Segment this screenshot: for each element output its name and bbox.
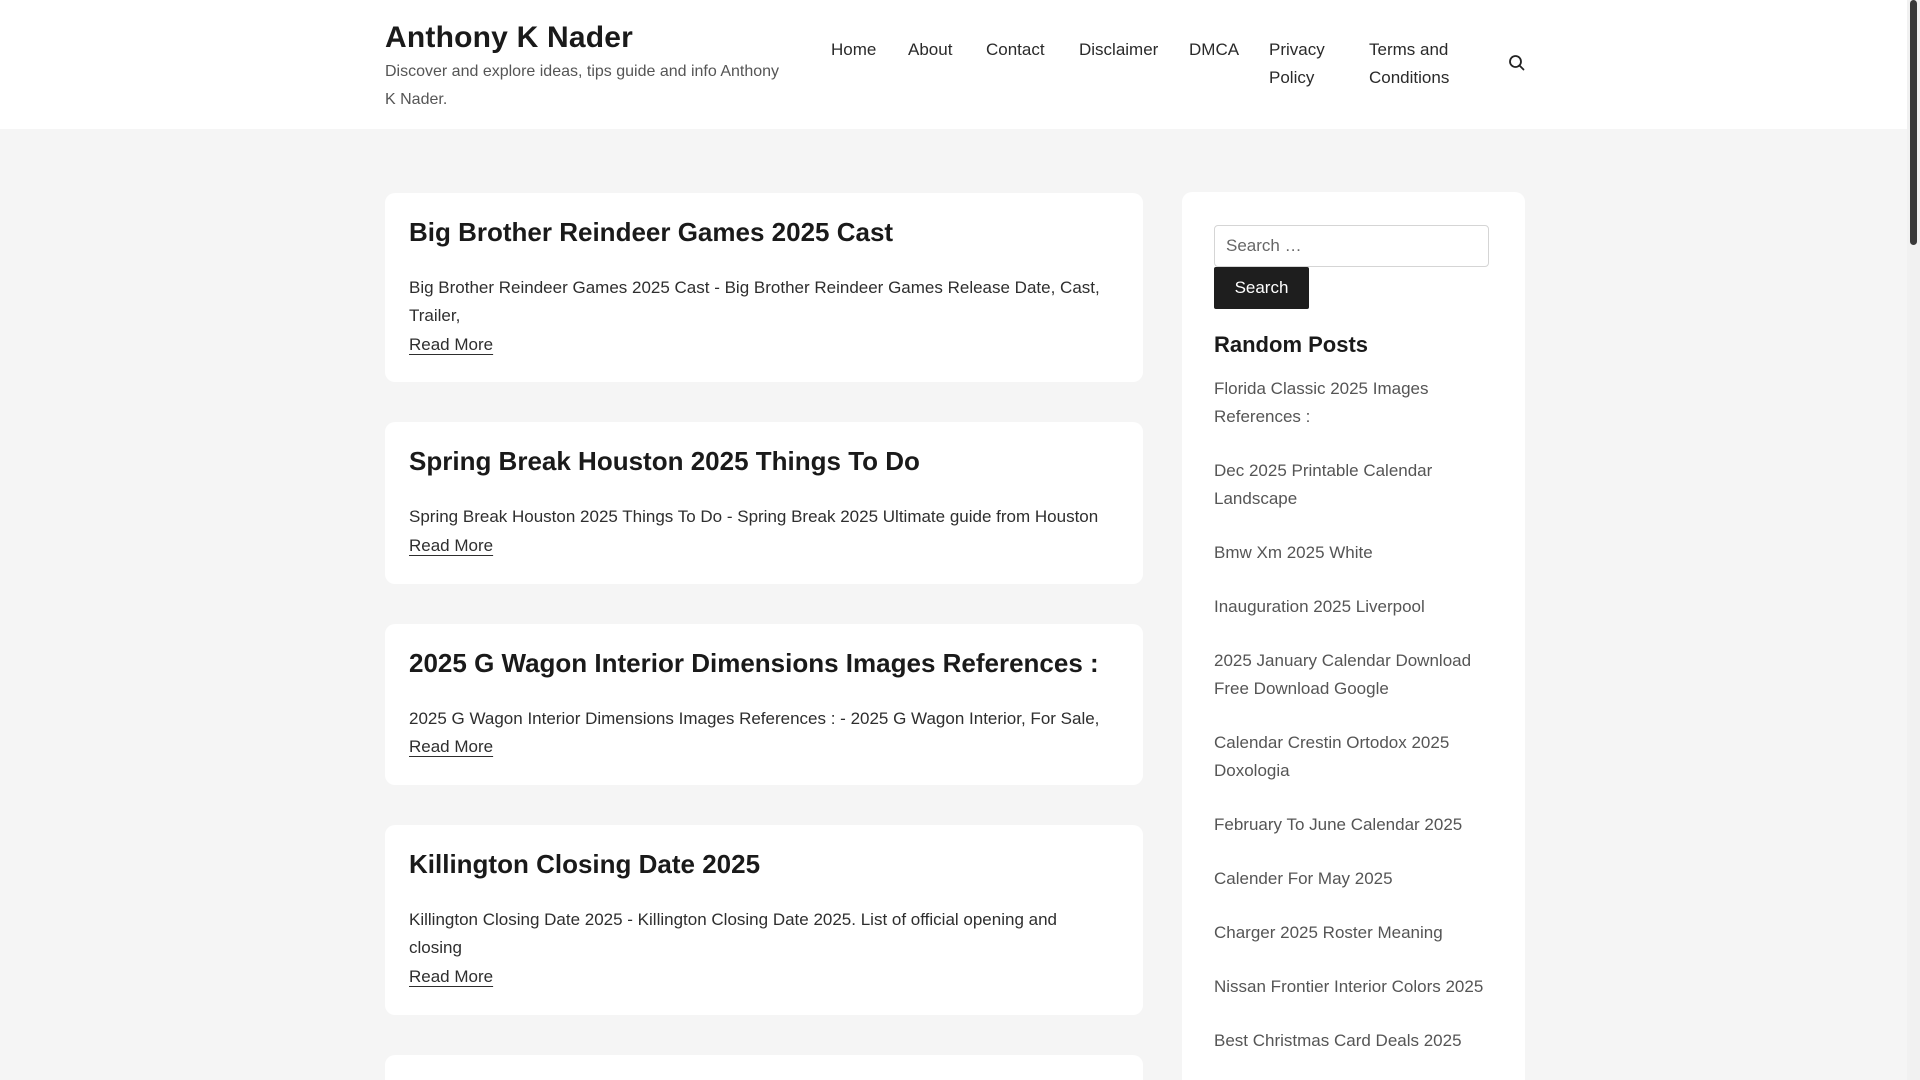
search-input[interactable] xyxy=(1214,225,1489,267)
read-more-link[interactable]: Read More xyxy=(409,534,493,558)
random-post-link[interactable]: February To June Calendar 2025 xyxy=(1214,811,1504,839)
post-card: 2025 G Wagon Interior Dimensions Images … xyxy=(385,624,1143,785)
random-post-link[interactable]: 2025 January Calendar Download Free Down… xyxy=(1214,647,1504,703)
random-post-link[interactable]: Inauguration 2025 Liverpool xyxy=(1214,593,1504,621)
random-post-link[interactable]: Charger 2025 Roster Meaning xyxy=(1214,919,1504,947)
post-card: Spring Break Houston 2025 Things To Do S… xyxy=(385,422,1143,584)
random-post-link[interactable]: Bmw Xm 2025 White xyxy=(1214,539,1504,567)
random-post-link[interactable]: Nissan Frontier Interior Colors 2025 xyxy=(1214,973,1504,1001)
search-icon[interactable] xyxy=(1507,53,1527,73)
random-post-link[interactable]: Calender For May 2025 xyxy=(1214,865,1504,893)
random-post-link[interactable]: Best Christmas Card Deals 2025 xyxy=(1214,1027,1504,1055)
nav-dmca[interactable]: DMCA xyxy=(1189,36,1239,64)
site-title[interactable]: Anthony K Nader xyxy=(385,18,790,58)
nav-about[interactable]: About xyxy=(908,36,952,64)
scrollbar-thumb[interactable] xyxy=(1910,0,1917,245)
site-header: Anthony K Nader Discover and explore ide… xyxy=(0,0,1907,129)
post-excerpt: Killington Closing Date 2025 - Killingto… xyxy=(409,910,1057,957)
post-title[interactable]: Big Brother Reindeer Games 2025 Cast xyxy=(409,215,893,249)
random-post-link[interactable]: Florida Classic 2025 Images References : xyxy=(1214,375,1504,431)
post-card: Killington Closing Date 2025 Killington … xyxy=(385,825,1143,1015)
post-title[interactable]: Killington Closing Date 2025 xyxy=(409,847,760,881)
read-more-link[interactable]: Read More xyxy=(409,735,493,759)
random-posts-heading: Random Posts xyxy=(1214,332,1369,357)
nav-disclaimer[interactable]: Disclaimer xyxy=(1079,36,1158,64)
post-card: Big Brother Reindeer Games 2025 Cast Big… xyxy=(385,193,1143,382)
nav-terms-and-conditions[interactable]: Terms and Conditions xyxy=(1369,36,1469,92)
post-card xyxy=(385,1055,1143,1080)
search-icon-glyph xyxy=(1509,55,1525,71)
nav-privacy-policy[interactable]: Privacy Policy xyxy=(1269,36,1339,92)
post-title[interactable]: 2025 G Wagon Interior Dimensions Images … xyxy=(409,646,1099,680)
site-branding: Anthony K Nader Discover and explore ide… xyxy=(385,18,790,114)
read-more-link[interactable]: Read More xyxy=(409,333,493,357)
search-button[interactable]: Search xyxy=(1214,267,1309,309)
post-excerpt: 2025 G Wagon Interior Dimensions Images … xyxy=(409,709,1100,728)
read-more-link[interactable]: Read More xyxy=(409,965,493,989)
post-excerpt: Big Brother Reindeer Games 2025 Cast - B… xyxy=(409,278,1100,325)
post-excerpt: Spring Break Houston 2025 Things To Do -… xyxy=(409,507,1099,526)
random-post-link[interactable]: Calendar Crestin Ortodox 2025 Doxologia xyxy=(1214,729,1504,785)
nav-home[interactable]: Home xyxy=(831,36,876,64)
nav-contact[interactable]: Contact xyxy=(986,36,1045,64)
site-description: Discover and explore ideas, tips guide a… xyxy=(385,63,780,108)
sidebar: Search Random Posts Florida Classic 2025… xyxy=(1182,192,1525,1080)
random-post-link[interactable]: Dec 2025 Printable Calendar Landscape xyxy=(1214,457,1504,513)
post-title[interactable]: Spring Break Houston 2025 Things To Do xyxy=(409,444,920,478)
